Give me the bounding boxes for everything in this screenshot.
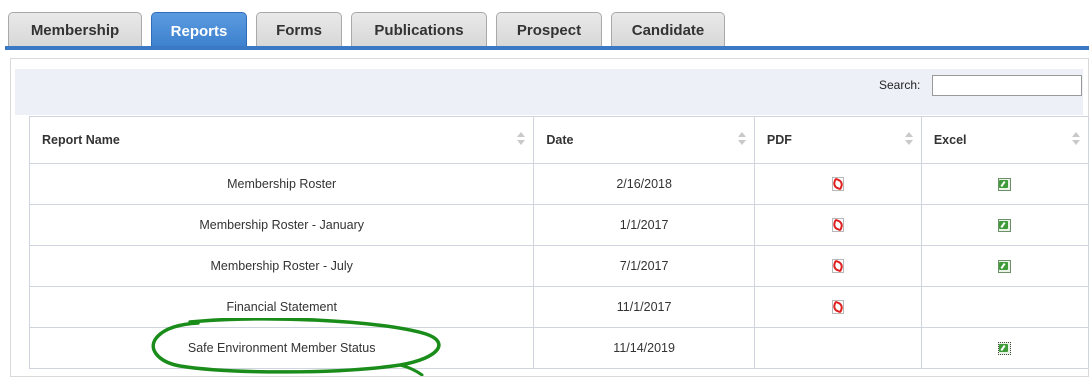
pdf-icon[interactable] <box>831 217 845 233</box>
excel-cell <box>920 204 1089 246</box>
pdf-icon[interactable] <box>831 258 845 274</box>
column-header-report-name[interactable]: Report Name <box>28 116 535 164</box>
column-header-pdf[interactable]: PDF <box>753 116 922 164</box>
report-name-cell: Membership Roster <box>28 163 535 205</box>
search-label: Search: <box>879 78 921 92</box>
table-row: Financial Statement 11/1/2017 <box>28 286 1089 328</box>
pdf-icon[interactable] <box>831 299 845 315</box>
tab-prospect[interactable]: Prospect <box>496 12 602 47</box>
tab-reports[interactable]: Reports <box>151 12 247 49</box>
excel-icon[interactable] <box>997 341 1012 356</box>
excel-icon[interactable] <box>997 259 1012 274</box>
table-row: Membership Roster - January 1/1/2017 <box>28 204 1089 246</box>
excel-icon[interactable] <box>997 177 1012 192</box>
tab-candidate[interactable]: Candidate <box>611 12 725 47</box>
tab-underline <box>5 46 1089 50</box>
excel-cell <box>920 163 1089 205</box>
table-row: Membership Roster - July 7/1/2017 <box>28 245 1089 287</box>
excel-cell <box>920 327 1089 369</box>
table-toolbar <box>15 69 1083 115</box>
report-name-cell: Membership Roster - January <box>28 204 535 246</box>
pdf-cell <box>753 327 922 369</box>
report-name-cell: Membership Roster - July <box>28 245 535 287</box>
pdf-icon[interactable] <box>831 176 845 192</box>
tab-bar: Membership Reports Forms Publications Pr… <box>0 0 1089 50</box>
tab-forms[interactable]: Forms <box>256 12 342 47</box>
reports-table: Report Name Date PDF Excel Membership Ro… <box>28 116 1089 369</box>
excel-cell <box>920 245 1089 287</box>
pdf-cell <box>753 245 922 287</box>
pdf-cell <box>753 204 922 246</box>
tab-membership[interactable]: Membership <box>8 12 142 47</box>
tab-publications[interactable]: Publications <box>351 12 487 47</box>
report-date-cell: 11/14/2019 <box>533 327 755 369</box>
pdf-cell <box>753 286 922 328</box>
report-date-cell: 1/1/2017 <box>533 204 755 246</box>
sort-icon <box>1072 132 1080 146</box>
excel-cell <box>920 286 1089 328</box>
sort-icon <box>904 132 913 146</box>
report-name-cell: Financial Statement <box>28 286 535 328</box>
sort-icon <box>517 132 526 146</box>
report-name-cell: Safe Environment Member Status <box>28 327 535 369</box>
report-date-cell: 11/1/2017 <box>533 286 755 328</box>
pdf-cell <box>753 163 922 205</box>
sort-icon <box>737 132 746 146</box>
report-date-cell: 2/16/2018 <box>533 163 755 205</box>
excel-icon[interactable] <box>997 218 1012 233</box>
table-header-row: Report Name Date PDF Excel <box>28 116 1089 164</box>
column-header-excel[interactable]: Excel <box>920 116 1089 164</box>
table-row: Safe Environment Member Status 11/14/201… <box>28 327 1089 369</box>
search-input[interactable] <box>932 75 1082 96</box>
table-row: Membership Roster 2/16/2018 <box>28 163 1089 205</box>
report-date-cell: 7/1/2017 <box>533 245 755 287</box>
column-header-date[interactable]: Date <box>533 116 755 164</box>
